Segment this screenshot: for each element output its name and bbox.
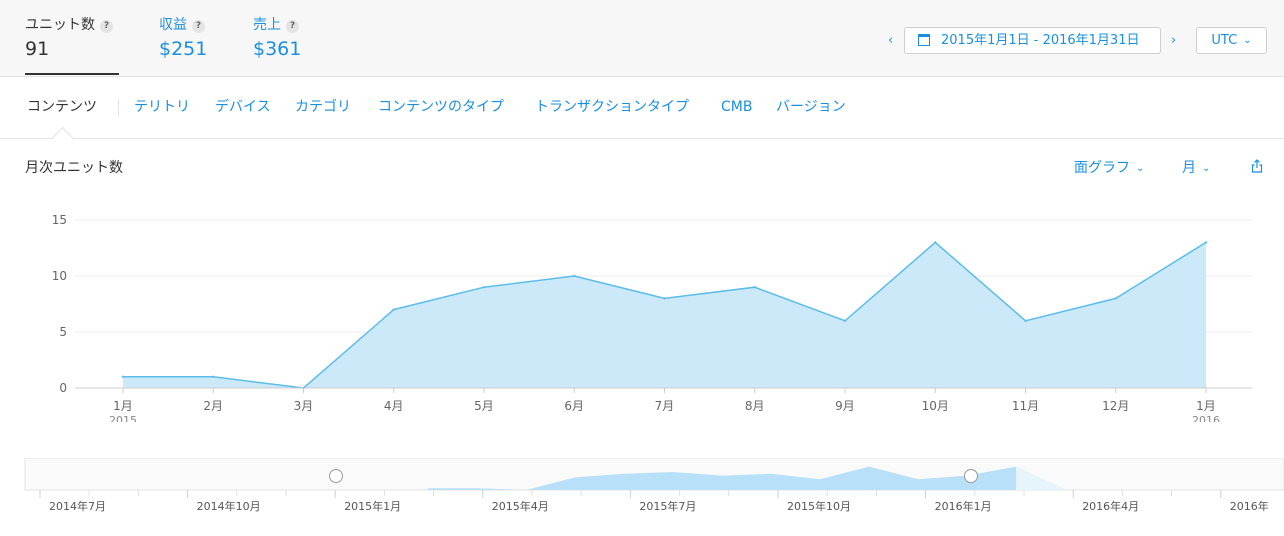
x-tick-label: 5月 [474, 399, 494, 413]
tab-device[interactable]: デバイス [215, 97, 271, 117]
chart-type-label: 面グラフ [1074, 160, 1130, 176]
tab-category[interactable]: カテゴリ [295, 97, 351, 117]
metric-proceeds-value: $251 [159, 38, 208, 60]
help-icon[interactable]: ? [286, 20, 299, 33]
series-area [123, 242, 1206, 388]
dimension-tabs: コンテンツ テリトリ デバイス カテゴリ コンテンツのタイプ トランザクションタ… [0, 77, 1284, 149]
x-tick-label: 12月 [1102, 399, 1129, 413]
navigator-label: 2015年7月 [639, 499, 696, 513]
x-tick-label: 1月 [113, 399, 133, 413]
chevron-down-icon: ⌄ [1136, 163, 1145, 174]
x-tick-label: 11月 [1012, 399, 1039, 413]
interval-label: 月 [1182, 160, 1196, 176]
y-axis-ticks: 0 5 10 15 [52, 213, 67, 395]
tab-cmb[interactable]: CMB [721, 97, 752, 117]
y-tick-label: 5 [59, 325, 67, 339]
x-tick-year-label: 2016 [1192, 414, 1220, 427]
data-point [573, 274, 576, 278]
x-tick-label: 10月 [922, 399, 949, 413]
metric-proceeds[interactable]: 収益? $251 [159, 15, 207, 62]
data-point [392, 308, 395, 311]
tab-territory[interactable]: テリトリ [134, 97, 190, 117]
x-tick-label: 1月 [1196, 399, 1216, 413]
chart-type-dropdown[interactable]: 面グラフ ⌄ [1074, 158, 1144, 179]
data-point [753, 286, 756, 289]
summary-bar: ユニット数? 91 収益? $251 売上? $361 ‹ 2015年1月1日 … [0, 0, 1284, 77]
navigator-label: 2016年 [1230, 499, 1269, 513]
metric-sales-value: $361 [253, 38, 302, 60]
chevron-down-icon: ⌄ [1243, 35, 1252, 46]
data-point [1024, 319, 1027, 322]
share-icon[interactable] [1251, 159, 1263, 173]
next-range-button[interactable]: › [1171, 33, 1176, 48]
data-point [482, 286, 486, 289]
x-tick-label: 9月 [835, 399, 855, 413]
help-icon[interactable]: ? [192, 20, 205, 33]
x-axis: 1月20152月 3月 4月 5月 6月 7月 8月 9月 10月 11月 12月 1月2016 [75, 387, 1252, 427]
data-point [663, 297, 666, 300]
timezone-label: UTC [1211, 33, 1238, 48]
metric-units-value: 91 [25, 38, 50, 60]
active-metric-underline [25, 73, 119, 75]
chart-title: 月次ユニット数 [25, 160, 123, 176]
metric-sales[interactable]: 売上? $361 [253, 15, 301, 62]
x-tick-label: 8月 [745, 399, 765, 413]
navigator-label: 2015年10月 [787, 499, 851, 513]
help-icon[interactable]: ? [100, 20, 113, 33]
navigator-label: 2016年1月 [935, 499, 992, 513]
x-tick-year-label: 2015 [109, 414, 137, 427]
tab-transaction-type[interactable]: トランザクションタイプ [535, 97, 689, 117]
x-tick-label: 3月 [294, 399, 314, 413]
tab-content[interactable]: コンテンツ [27, 97, 97, 117]
metric-units[interactable]: ユニット数? 91 [25, 15, 113, 62]
metric-units-label: ユニット数 [25, 17, 95, 33]
main-chart: 051015 1月20152月 3月 4月 5月 6月 7月 8月 9月 10月 11月 12月 1月… [52, 213, 1252, 427]
navigator-start-handle[interactable] [329, 469, 343, 483]
navigator-label: 2015年1月 [344, 499, 401, 513]
metric-sales-label: 売上 [253, 17, 281, 33]
date-range-picker[interactable]: 2015年1月1日 - 2016年1月31日 [904, 27, 1161, 54]
navigator-ticks: 2014年7月 2014年10月 2015年1月 2015年4月 2015年7月 2015… [39, 490, 1269, 513]
x-tick-label: 6月 [564, 399, 584, 413]
navigator-label: 2015年4月 [492, 499, 549, 513]
data-point [212, 375, 215, 378]
active-tab-indicator [51, 126, 74, 149]
x-tick-label: 4月 [384, 399, 404, 413]
timezone-select[interactable]: UTC ⌄ [1196, 27, 1267, 54]
data-point [1204, 241, 1208, 244]
data-point [843, 319, 847, 322]
data-point [121, 375, 125, 378]
navigator-label: 2014年7月 [49, 499, 106, 513]
y-tick-label: 0 [59, 381, 67, 395]
tab-version[interactable]: バージョン [776, 97, 846, 117]
calendar-icon [918, 34, 930, 46]
prev-range-button[interactable]: ‹ [888, 33, 893, 48]
date-range-label: 2015年1月1日 - 2016年1月31日 [941, 33, 1140, 48]
y-tick-label: 15 [52, 213, 67, 227]
data-point [1114, 297, 1117, 300]
chevron-down-icon: ⌄ [1202, 163, 1211, 174]
navigator-label: 2014年10月 [197, 499, 261, 513]
tab-divider [118, 99, 119, 116]
area-series [121, 241, 1208, 390]
x-tick-label: 2月 [203, 399, 223, 413]
navigator-label: 2016年4月 [1082, 499, 1139, 513]
range-navigator[interactable]: 2014年7月 2014年10月 2015年1月 2015年4月 2015年7月 2015… [0, 458, 1284, 518]
metric-proceeds-label: 収益 [159, 17, 187, 33]
navigator-end-handle[interactable] [964, 469, 978, 483]
interval-dropdown[interactable]: 月 ⌄ [1182, 158, 1210, 179]
y-tick-label: 10 [52, 269, 67, 283]
x-tick-label: 7月 [655, 399, 675, 413]
tab-content-type[interactable]: コンテンツのタイプ [378, 97, 504, 117]
data-point [934, 241, 937, 244]
